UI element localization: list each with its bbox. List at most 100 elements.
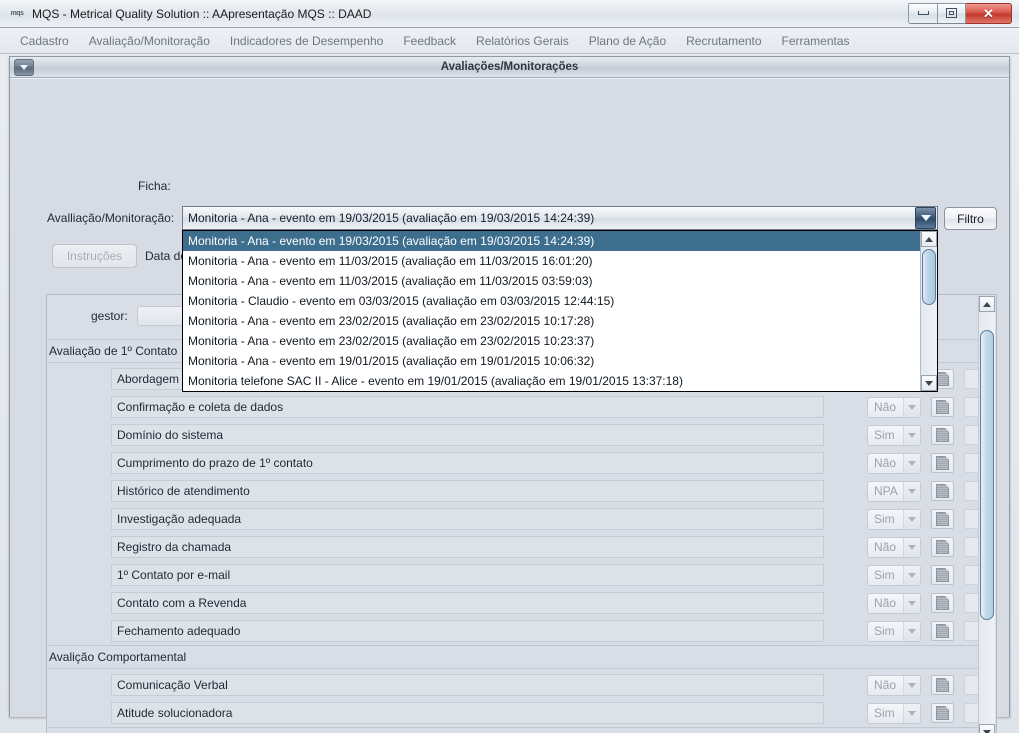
dropdown-scroll-up-button[interactable] (921, 231, 937, 247)
gestor-label: gestor: (91, 309, 128, 323)
row-answer-select[interactable]: Sim (867, 424, 921, 446)
menu-item-feedback[interactable]: Feedback (393, 31, 466, 51)
table-row: Atitude solucionadora Sim 9,16 (47, 699, 978, 727)
minimize-icon (917, 11, 929, 15)
table-row: Cumprimento do prazo de 1º contato Não 0… (47, 449, 978, 477)
mdi-child-window: Avaliações/Monitorações Ficha: Avalliaçã… (9, 56, 1010, 733)
dropdown-option[interactable]: Monitoria - Ana - evento em 11/03/2015 (… (183, 251, 920, 271)
table-row: Fechamento adequado Sim 9,16 (47, 617, 978, 645)
menu-item-avaliacao-monitoracao[interactable]: Avaliação/Monitoração (79, 31, 220, 51)
avaliacao-dropdown-popup[interactable]: Monitoria - Ana - evento em 19/03/2015 (… (182, 230, 938, 392)
menu-item-plano-de-acao[interactable]: Plano de Ação (579, 31, 676, 51)
document-icon (936, 456, 949, 470)
scroll-down-button[interactable] (979, 724, 995, 733)
chevron-down-icon (20, 65, 28, 70)
row-answer-select[interactable]: Sim (867, 620, 921, 642)
combobox-dropdown-arrow-button[interactable] (915, 207, 936, 229)
dropdown-option[interactable]: Monitoria telefone SAC II - Alice - even… (183, 371, 920, 391)
scroll-thumb[interactable] (980, 330, 994, 620)
application-window: mqs MQS - Metrical Quality Solution :: A… (0, 0, 1019, 733)
row-answer-value: Não (874, 400, 897, 414)
row-answer-select[interactable]: Não (867, 674, 921, 696)
filtro-button[interactable]: Filtro (944, 207, 997, 230)
row-note-button[interactable] (931, 621, 954, 641)
menu-item-recrutamento[interactable]: Recrutamento (676, 31, 771, 51)
document-icon (936, 512, 949, 526)
row-note-button[interactable] (931, 565, 954, 585)
mdi-system-menu-button[interactable] (14, 59, 34, 76)
row-score-value: 9,05 (964, 509, 978, 529)
row-note-button[interactable] (931, 481, 954, 501)
triangle-up-icon (925, 236, 933, 242)
dropdown-option[interactable]: Monitoria - Ana - evento em 19/03/2015 (… (183, 231, 920, 251)
mdi-content: Ficha: Avalliação/Monitoração: Monitoria… (10, 78, 1009, 733)
menu-item-indicadores-de-desempenho[interactable]: Indicadores de Desempenho (220, 31, 393, 51)
close-icon: ✕ (983, 5, 994, 21)
menu-item-cadastro[interactable]: Cadastro (10, 31, 79, 51)
table-row: Histórico de atendimento NPA (47, 477, 978, 505)
section-title: Avaliação de 1º Contato (49, 344, 178, 358)
document-icon (936, 706, 949, 720)
triangle-down-icon (925, 380, 933, 386)
dropdown-option[interactable]: Monitoria - Ana - evento em 19/01/2015 (… (183, 351, 920, 371)
close-button[interactable]: ✕ (966, 2, 1012, 24)
row-answer-select[interactable]: Não (867, 396, 921, 418)
combobox-value: Monitoria - Ana - evento em 19/03/2015 (… (188, 211, 595, 225)
row-answer-select[interactable]: Sim (867, 564, 921, 586)
table-row: 1º Contato por e-mail Sim 9,05 (47, 561, 978, 589)
row-answer-value: Não (874, 456, 897, 470)
dropdown-option[interactable]: Monitoria - Ana - evento em 23/02/2015 (… (183, 331, 920, 351)
avaliacao-monitoracao-combobox[interactable]: Monitoria - Ana - evento em 19/03/2015 (… (182, 206, 938, 230)
document-icon (936, 596, 949, 610)
row-answer-select[interactable]: Não (867, 592, 921, 614)
menu-item-ferramentas[interactable]: Ferramentas (772, 31, 860, 51)
chevron-down-icon (920, 215, 931, 221)
row-note-button[interactable] (931, 593, 954, 613)
dropdown-scroll-down-button[interactable] (921, 375, 937, 391)
row-note-button[interactable] (931, 703, 954, 723)
panel-vertical-scrollbar[interactable] (978, 296, 995, 733)
dropdown-vertical-scrollbar[interactable] (920, 231, 937, 391)
chevron-down-icon (903, 593, 920, 613)
row-score-value: 0,00 (964, 675, 978, 695)
row-label: Investigação adequada (111, 508, 824, 530)
row-answer-select[interactable]: Sim (867, 702, 921, 724)
row-note-button[interactable] (931, 425, 954, 445)
dropdown-scroll-track[interactable] (921, 247, 937, 375)
dropdown-option[interactable]: Monitoria - Ana - evento em 11/03/2015 (… (183, 271, 920, 291)
section-title: Avalição Comportamental (49, 650, 187, 664)
row-answer-select[interactable]: Sim (867, 508, 921, 530)
window-controls: ✕ (908, 2, 1012, 25)
dropdown-scroll-thumb[interactable] (922, 249, 936, 305)
row-answer-value: Não (874, 596, 897, 610)
row-note-button[interactable] (931, 397, 954, 417)
minimize-button[interactable] (908, 2, 937, 24)
menu-item-relatorios-gerais[interactable]: Relatórios Gerais (466, 31, 579, 51)
row-note-button[interactable] (931, 453, 954, 473)
row-answer-select[interactable]: Não (867, 452, 921, 474)
chevron-down-icon (903, 675, 920, 695)
instrucoes-button[interactable]: Instruções (52, 244, 137, 268)
row-label: Domínio do sistema (111, 424, 824, 446)
scroll-track[interactable] (979, 312, 995, 724)
row-score-value: 9,16 (964, 621, 978, 641)
scroll-up-button[interactable] (979, 296, 995, 312)
document-icon (936, 568, 949, 582)
row-note-button[interactable] (931, 675, 954, 695)
dropdown-option[interactable]: Monitoria - Claudio - evento em 03/03/20… (183, 291, 920, 311)
row-note-button[interactable] (931, 509, 954, 529)
row-answer-value: Sim (874, 706, 895, 720)
row-label: Fechamento adequado (111, 620, 824, 642)
row-label: Cumprimento do prazo de 1º contato (111, 452, 824, 474)
row-answer-value: Não (874, 540, 897, 554)
row-answer-select[interactable]: Não (867, 536, 921, 558)
row-answer-value: Sim (874, 428, 895, 442)
row-answer-select[interactable]: NPA (867, 480, 921, 502)
maximize-button[interactable] (937, 2, 966, 24)
row-note-button[interactable] (931, 537, 954, 557)
dropdown-option[interactable]: Monitoria - Ana - evento em 23/02/2015 (… (183, 311, 920, 331)
row-label: Comunicação Verbal (111, 674, 824, 696)
ficha-label: Ficha: (138, 179, 171, 193)
row-answer-value: Sim (874, 512, 895, 526)
document-icon (936, 484, 949, 498)
